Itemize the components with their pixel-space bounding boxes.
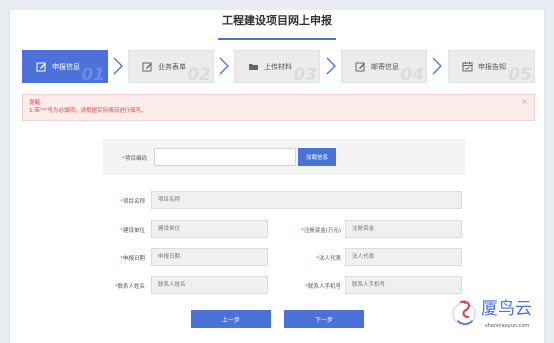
step-label: 申报信息 (52, 62, 80, 71)
watermark-url: shanniaoyun.com (485, 323, 530, 329)
reminder-alert: 提醒: 1.带"*"号为必填项，请根据实际情况进行填写。 × (22, 94, 535, 121)
title-underline (218, 38, 336, 40)
project-name-label: *项目名称 (120, 199, 145, 205)
edit-icon (142, 61, 153, 72)
prev-step-button[interactable]: 上一步 (191, 310, 271, 328)
project-name-field[interactable] (151, 191, 462, 209)
legal-rep-label: *法人代表 (316, 256, 341, 262)
step-label: 业务表单 (158, 62, 186, 71)
apply-date-field[interactable] (151, 248, 268, 266)
step-1-declare-info[interactable]: 申报信息 01 (22, 50, 108, 83)
capital-field[interactable] (345, 220, 462, 238)
project-code-input[interactable] (154, 148, 296, 166)
step-5-declaration-notice[interactable]: 申报告知 05 (448, 50, 535, 83)
apply-date-label: *申报日期 (120, 256, 145, 262)
next-step-button[interactable]: 下一步 (284, 310, 364, 328)
step-number: 04 (400, 65, 424, 83)
step-4-mailing-info[interactable]: 邮寄信息 04 (341, 50, 427, 83)
step-number: 05 (508, 65, 532, 83)
watermark-text: 厦鸟云 (481, 299, 532, 319)
contact-name-field[interactable] (151, 276, 268, 294)
chevron-right-icon (219, 57, 229, 75)
contact-phone-field[interactable] (345, 276, 462, 294)
load-info-button[interactable]: 加载信息 (298, 148, 336, 166)
contact-phone-label: *联系人手机号 (305, 284, 341, 290)
step-2-business-form[interactable]: 业务表单 02 (128, 50, 214, 83)
chevron-right-icon (432, 57, 442, 75)
chevron-right-icon (326, 57, 336, 75)
chevron-right-icon (113, 57, 123, 75)
step-label: 申报告知 (478, 62, 506, 71)
step-label: 上传材料 (264, 62, 292, 71)
legal-rep-field[interactable] (345, 248, 462, 266)
step-number: 03 (293, 65, 317, 83)
capital-label: *注册资金(万元) (300, 228, 341, 234)
contact-name-label: *联系人姓名 (114, 284, 145, 290)
step-3-upload-materials[interactable]: 上传材料 03 (234, 50, 320, 83)
step-number: 02 (187, 65, 211, 83)
build-unit-field[interactable] (151, 220, 268, 238)
page-title: 工程建设项目网上申报 (222, 14, 332, 27)
step-label: 邮寄信息 (371, 62, 399, 71)
project-code-label: *项目编码 (122, 156, 147, 162)
edit-icon (355, 61, 366, 72)
watermark: 厦鸟云 shanniaoyun.com (448, 292, 548, 342)
calendar-icon (462, 61, 473, 72)
step-number: 01 (81, 65, 105, 83)
edit-icon (36, 61, 47, 72)
bird-logo-icon (452, 300, 476, 326)
alert-title: 提醒: (29, 100, 42, 106)
alert-message: 1.带"*"号为必填项，请根据实际情况进行填写。 (29, 108, 147, 114)
close-icon[interactable]: × (521, 98, 528, 106)
build-unit-label: *建设单位 (120, 228, 145, 234)
folder-icon (248, 61, 259, 72)
